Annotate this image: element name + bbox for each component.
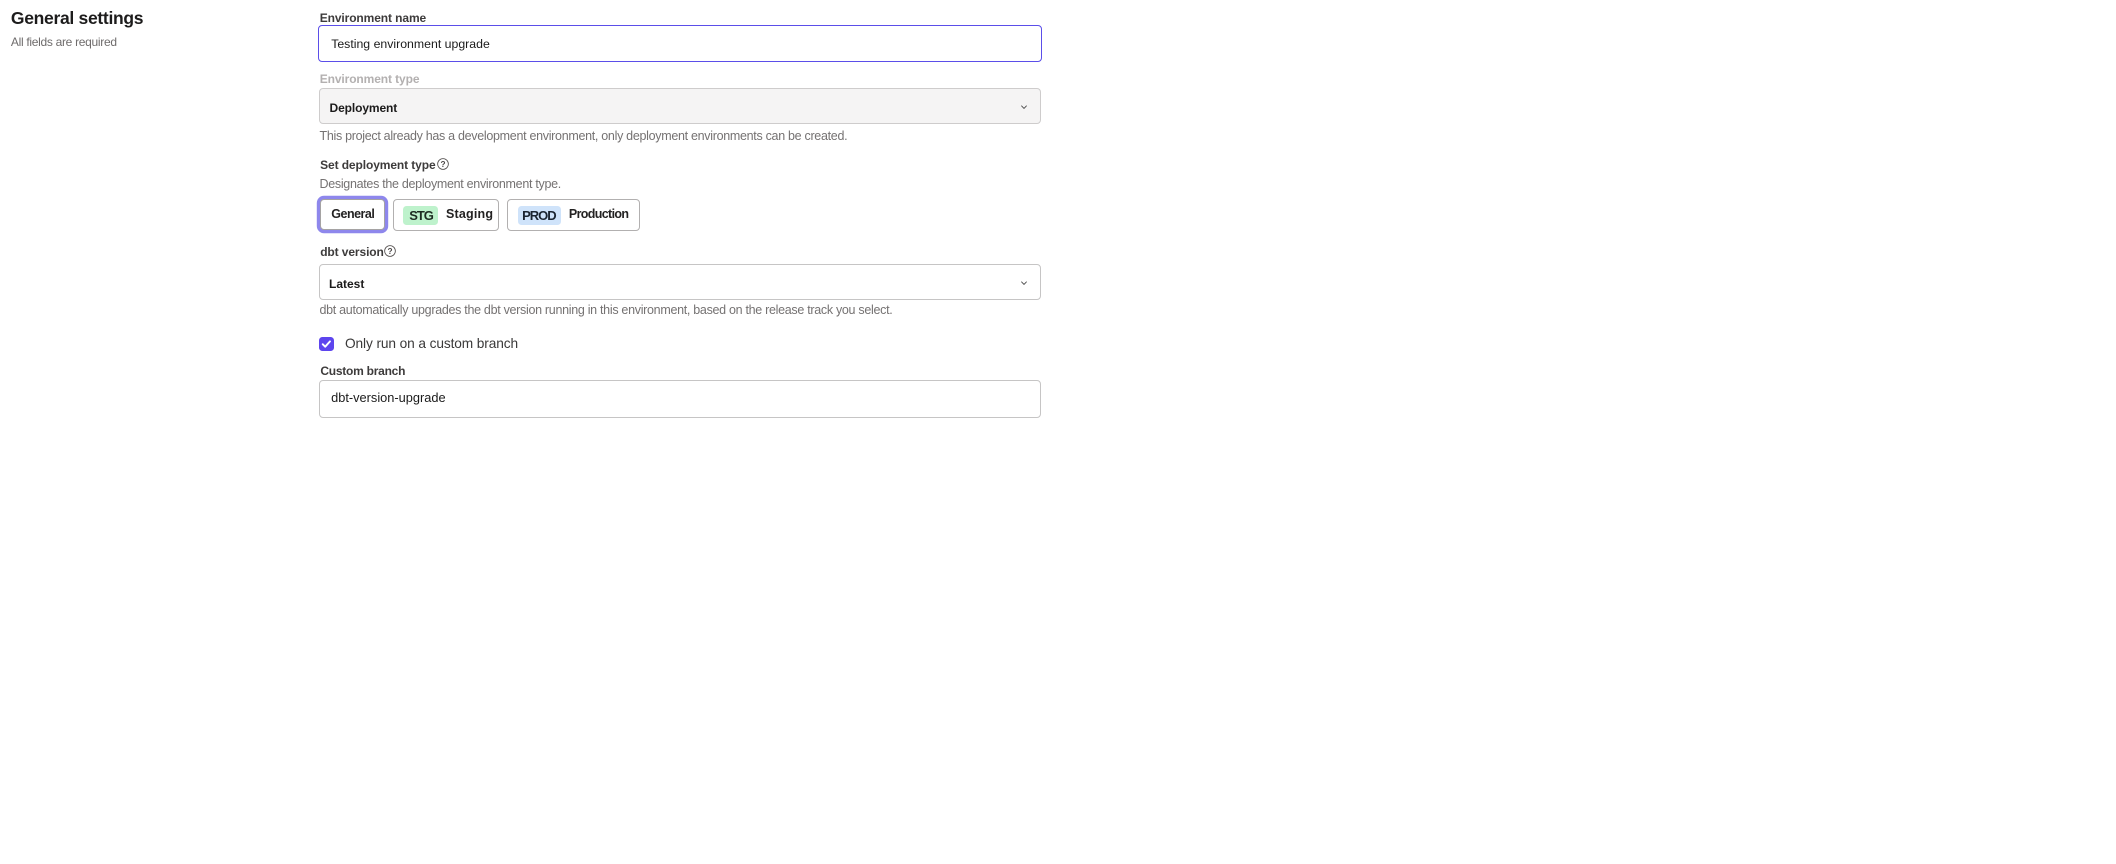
svg-text:?: ?: [441, 159, 446, 169]
svg-text:?: ?: [388, 246, 393, 256]
